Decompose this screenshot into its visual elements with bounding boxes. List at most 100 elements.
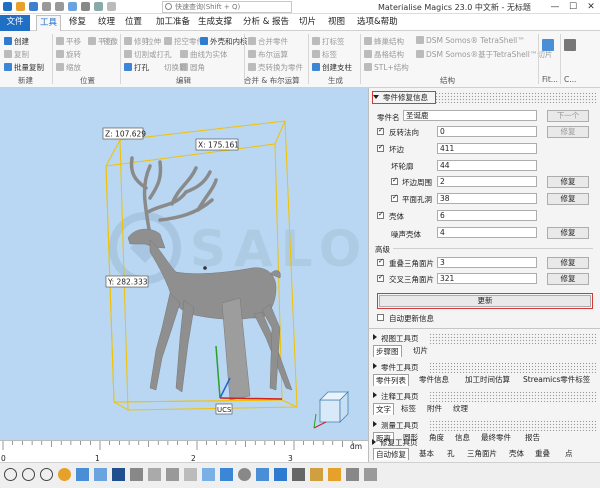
pan-icon[interactable] [58, 468, 71, 481]
minimize-button[interactable]: — [546, 0, 564, 14]
left-view-icon[interactable] [166, 468, 179, 481]
tab-holes[interactable]: 孔 [445, 448, 457, 460]
shaded-view-icon[interactable] [220, 468, 233, 481]
planar-holes-checkbox[interactable] [391, 193, 398, 202]
flip-normals-fix-button[interactable]: 修复 [547, 126, 589, 138]
front-view-icon[interactable] [130, 468, 143, 481]
new-scene-icon[interactable] [68, 2, 77, 11]
part-name-field[interactable]: 圣诞鹿 [403, 110, 537, 121]
back-view-icon[interactable] [148, 468, 161, 481]
batch-copy-button[interactable]: 批量复制 [4, 62, 44, 73]
tab-slice[interactable]: 切片 [411, 345, 430, 357]
intersecting-triangles-checkbox[interactable] [377, 273, 384, 282]
cut-punch-button[interactable]: 切割或打孔 [124, 49, 172, 60]
overlapping-triangles-checkbox[interactable] [377, 257, 384, 266]
tab-step-view[interactable]: 步骤图 [373, 345, 402, 357]
import-icon[interactable] [81, 2, 90, 11]
part-toolbar-header[interactable]: 零件工具页 [373, 362, 419, 373]
tab-part-list[interactable]: 零件列表 [373, 374, 409, 386]
shell-to-part-button[interactable]: 壳转换为零件 [248, 62, 303, 73]
close-button[interactable]: ✕ [582, 0, 600, 14]
menu-tab-analysis[interactable]: 分析 & 报告 [240, 15, 292, 31]
noise-shells-fix-button[interactable]: 修复 [547, 227, 589, 239]
right-view-icon[interactable] [184, 468, 197, 481]
switch-to-button[interactable]: 切换到 [164, 62, 187, 73]
zoom-fit-icon[interactable] [40, 468, 53, 481]
tab-angle[interactable]: 角度 [427, 432, 446, 444]
section-icon[interactable] [346, 468, 359, 481]
near-bad-edges-fix-button[interactable]: 修复 [547, 176, 589, 188]
near-bad-edges-checkbox[interactable] [391, 176, 398, 185]
create-strut-button[interactable]: 创建支柱 [312, 62, 352, 73]
planar-holes-fix-button[interactable]: 修复 [547, 193, 589, 205]
lattice-button[interactable]: 晶格结构 [364, 49, 404, 60]
view-toolbar-header[interactable]: 视图工具页 [373, 333, 419, 344]
punch-button[interactable]: 打孔 [124, 62, 149, 73]
maximize-button[interactable]: ☐ [564, 0, 582, 14]
save-icon[interactable] [29, 2, 38, 11]
top-view-icon[interactable] [94, 468, 107, 481]
bottom-view-icon[interactable] [112, 468, 125, 481]
auto-update-checkbox[interactable] [377, 314, 384, 321]
select-part-icon[interactable] [274, 468, 287, 481]
tab-info[interactable]: 信息 [453, 432, 472, 444]
tab-points[interactable]: 点 [563, 448, 575, 460]
tab-auto-fix[interactable]: 自动修复 [373, 448, 409, 460]
tab-basic[interactable]: 基本 [417, 448, 436, 460]
menu-tab-slice[interactable]: 切片 [296, 15, 319, 31]
triangles-view-icon[interactable] [256, 468, 269, 481]
shells-checkbox[interactable] [377, 210, 384, 219]
fit-button[interactable] [542, 39, 556, 52]
honeycomb-button[interactable]: 蜂巢结构 [364, 36, 404, 47]
merge-parts-button[interactable]: 合并零件 [248, 36, 288, 47]
tab-part-info[interactable]: 零件信息 [417, 374, 451, 386]
tab-triangles[interactable]: 三角面片 [465, 448, 499, 460]
redo-icon[interactable] [55, 2, 64, 11]
tab-streamics-label[interactable]: Streamics零件标签 [521, 374, 592, 386]
wireframe-view-icon[interactable] [238, 468, 251, 481]
fix-toolbar-title[interactable]: 修复工具页 [372, 437, 418, 448]
tab-attachment[interactable]: 附件 [425, 403, 444, 415]
tag-button[interactable]: 标签 [312, 49, 337, 60]
flip-normals-checkbox[interactable] [377, 126, 384, 135]
measure-icon[interactable] [310, 468, 323, 481]
print-icon[interactable] [94, 2, 103, 11]
bad-edges-checkbox[interactable] [377, 143, 384, 152]
tetrashell-button[interactable]: DSM Somos® TetraShell™ [416, 36, 525, 45]
extrude-button[interactable]: 拉伸 [146, 36, 161, 47]
marker-icon[interactable] [292, 468, 305, 481]
tab-overlap[interactable]: 重叠 [533, 448, 552, 460]
menu-tab-tools[interactable]: 工具 [36, 15, 62, 31]
create-button[interactable]: 创建 [4, 36, 29, 47]
shell-core-button[interactable]: 外壳和内核 [200, 36, 248, 47]
scale-button[interactable]: 缩放 [56, 62, 81, 73]
tab-final-part[interactable]: 最终零件 [479, 432, 513, 444]
view-cube[interactable] [313, 391, 349, 429]
next-part-button[interactable]: 下一个 [547, 110, 589, 122]
copy-button[interactable]: 复制 [4, 49, 29, 60]
zoom-icon[interactable] [4, 468, 17, 481]
boolean-button[interactable]: 布尔运算 [248, 49, 288, 60]
c-button[interactable] [564, 39, 578, 52]
mirror-button[interactable]: 镜像 [103, 36, 118, 47]
quick-search-input[interactable]: 快速查询(Shift + Q) [162, 1, 292, 13]
rotate-button[interactable]: 旋转 [56, 49, 81, 60]
menu-tab-options-help[interactable]: 选项&帮助 [354, 15, 401, 31]
note-toolbar-header[interactable]: 注释工具页 [373, 391, 419, 402]
measure-toolbar-header[interactable]: 测量工具页 [373, 420, 419, 431]
tab-label[interactable]: 标签 [399, 403, 418, 415]
menu-tab-supports[interactable]: 生成支撑 [195, 15, 235, 31]
zoom-window-icon[interactable] [22, 468, 35, 481]
3d-viewport[interactable]: SALOMAN [0, 88, 368, 440]
overlapping-triangles-fix-button[interactable]: 修复 [547, 257, 589, 269]
undo-icon[interactable] [42, 2, 51, 11]
light-icon[interactable] [328, 468, 341, 481]
intersecting-triangles-fix-button[interactable]: 修复 [547, 273, 589, 285]
customize-toolbar-icon[interactable] [107, 2, 116, 11]
menu-tab-view[interactable]: 视图 [325, 15, 348, 31]
label-button[interactable]: 打标签 [312, 36, 345, 47]
menu-tab-build-prep[interactable]: 加工准备 [153, 15, 193, 31]
tab-report[interactable]: 报告 [523, 432, 542, 444]
tab-build-time[interactable]: 加工时间估算 [463, 374, 512, 386]
menu-file[interactable]: 文件 [0, 15, 30, 31]
